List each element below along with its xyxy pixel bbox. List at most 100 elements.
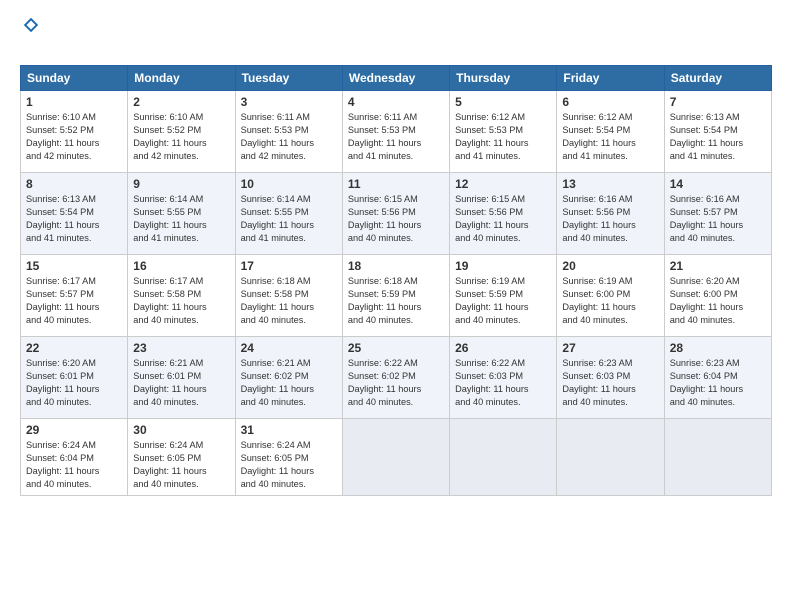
cell-info: Sunrise: 6:13 AMSunset: 5:54 PMDaylight:… [670, 111, 766, 163]
calendar-cell: 11 Sunrise: 6:15 AMSunset: 5:56 PMDayligh… [342, 173, 449, 255]
cell-info: Sunrise: 6:22 AMSunset: 6:02 PMDaylight:… [348, 357, 444, 409]
cell-info: Sunrise: 6:23 AMSunset: 6:03 PMDaylight:… [562, 357, 658, 409]
day-number: 3 [241, 95, 337, 109]
calendar-cell [557, 419, 664, 496]
day-number: 7 [670, 95, 766, 109]
cell-info: Sunrise: 6:18 AMSunset: 5:59 PMDaylight:… [348, 275, 444, 327]
day-number: 30 [133, 423, 229, 437]
calendar-cell: 24 Sunrise: 6:21 AMSunset: 6:02 PMDayligh… [235, 337, 342, 419]
calendar-cell: 26 Sunrise: 6:22 AMSunset: 6:03 PMDayligh… [450, 337, 557, 419]
day-number: 12 [455, 177, 551, 191]
calendar-cell: 29 Sunrise: 6:24 AMSunset: 6:04 PMDayligh… [21, 419, 128, 496]
calendar-cell: 5 Sunrise: 6:12 AMSunset: 5:53 PMDaylight… [450, 91, 557, 173]
day-number: 17 [241, 259, 337, 273]
col-header-saturday: Saturday [664, 66, 771, 91]
calendar-table: SundayMondayTuesdayWednesdayThursdayFrid… [20, 65, 772, 496]
calendar-cell: 15 Sunrise: 6:17 AMSunset: 5:57 PMDayligh… [21, 255, 128, 337]
cell-info: Sunrise: 6:15 AMSunset: 5:56 PMDaylight:… [455, 193, 551, 245]
cell-info: Sunrise: 6:13 AMSunset: 5:54 PMDaylight:… [26, 193, 122, 245]
calendar-cell: 16 Sunrise: 6:17 AMSunset: 5:58 PMDayligh… [128, 255, 235, 337]
calendar-cell: 30 Sunrise: 6:24 AMSunset: 6:05 PMDayligh… [128, 419, 235, 496]
cell-info: Sunrise: 6:18 AMSunset: 5:58 PMDaylight:… [241, 275, 337, 327]
logo [20, 16, 40, 55]
calendar-cell: 19 Sunrise: 6:19 AMSunset: 5:59 PMDayligh… [450, 255, 557, 337]
day-number: 2 [133, 95, 229, 109]
day-number: 27 [562, 341, 658, 355]
cell-info: Sunrise: 6:23 AMSunset: 6:04 PMDaylight:… [670, 357, 766, 409]
cell-info: Sunrise: 6:12 AMSunset: 5:54 PMDaylight:… [562, 111, 658, 163]
day-number: 11 [348, 177, 444, 191]
calendar-header-row: SundayMondayTuesdayWednesdayThursdayFrid… [21, 66, 772, 91]
day-number: 26 [455, 341, 551, 355]
day-number: 4 [348, 95, 444, 109]
cell-info: Sunrise: 6:21 AMSunset: 6:01 PMDaylight:… [133, 357, 229, 409]
col-header-sunday: Sunday [21, 66, 128, 91]
calendar-cell: 10Sunrise: 6:14 AMSunset: 5:55 PMDayligh… [235, 173, 342, 255]
calendar-cell: 31Sunrise: 6:24 AMSunset: 6:05 PMDayligh… [235, 419, 342, 496]
calendar-cell [664, 419, 771, 496]
calendar-cell: 23 Sunrise: 6:21 AMSunset: 6:01 PMDayligh… [128, 337, 235, 419]
cell-info: Sunrise: 6:19 AMSunset: 6:00 PMDaylight:… [562, 275, 658, 327]
calendar-cell: 4 Sunrise: 6:11 AMSunset: 5:53 PMDaylight… [342, 91, 449, 173]
calendar-cell: 1 Sunrise: 6:10 AMSunset: 5:52 PMDaylight… [21, 91, 128, 173]
cell-info: Sunrise: 6:22 AMSunset: 6:03 PMDaylight:… [455, 357, 551, 409]
cell-info: Sunrise: 6:12 AMSunset: 5:53 PMDaylight:… [455, 111, 551, 163]
calendar-cell: 18 Sunrise: 6:18 AMSunset: 5:59 PMDayligh… [342, 255, 449, 337]
calendar-cell: 6 Sunrise: 6:12 AMSunset: 5:54 PMDaylight… [557, 91, 664, 173]
day-number: 25 [348, 341, 444, 355]
cell-info: Sunrise: 6:14 AMSunset: 5:55 PMDaylight:… [133, 193, 229, 245]
cell-info: Sunrise: 6:21 AMSunset: 6:02 PMDaylight:… [241, 357, 337, 409]
calendar-cell [342, 419, 449, 496]
day-number: 15 [26, 259, 122, 273]
logo-icon [22, 16, 40, 34]
cell-info: Sunrise: 6:17 AMSunset: 5:57 PMDaylight:… [26, 275, 122, 327]
calendar-cell: 12 Sunrise: 6:15 AMSunset: 5:56 PMDayligh… [450, 173, 557, 255]
calendar-cell: 27 Sunrise: 6:23 AMSunset: 6:03 PMDayligh… [557, 337, 664, 419]
day-number: 16 [133, 259, 229, 273]
calendar-cell: 25 Sunrise: 6:22 AMSunset: 6:02 PMDayligh… [342, 337, 449, 419]
calendar-cell: 3 Sunrise: 6:11 AMSunset: 5:53 PMDaylight… [235, 91, 342, 173]
calendar-cell: 20 Sunrise: 6:19 AMSunset: 6:00 PMDayligh… [557, 255, 664, 337]
col-header-wednesday: Wednesday [342, 66, 449, 91]
cell-info: Sunrise: 6:20 AMSunset: 6:01 PMDaylight:… [26, 357, 122, 409]
calendar-cell: 8 Sunrise: 6:13 AMSunset: 5:54 PMDaylight… [21, 173, 128, 255]
day-number: 20 [562, 259, 658, 273]
cell-info: Sunrise: 6:16 AMSunset: 5:57 PMDaylight:… [670, 193, 766, 245]
calendar-cell: 21Sunrise: 6:20 AMSunset: 6:00 PMDayligh… [664, 255, 771, 337]
calendar-cell: 2 Sunrise: 6:10 AMSunset: 5:52 PMDaylight… [128, 91, 235, 173]
day-number: 19 [455, 259, 551, 273]
calendar-cell: 17 Sunrise: 6:18 AMSunset: 5:58 PMDayligh… [235, 255, 342, 337]
day-number: 1 [26, 95, 122, 109]
day-number: 6 [562, 95, 658, 109]
day-number: 13 [562, 177, 658, 191]
calendar-cell: 14 Sunrise: 6:16 AMSunset: 5:57 PMDayligh… [664, 173, 771, 255]
cell-info: Sunrise: 6:24 AMSunset: 6:05 PMDaylight:… [133, 439, 229, 491]
calendar-cell: 28 Sunrise: 6:23 AMSunset: 6:04 PMDayligh… [664, 337, 771, 419]
day-number: 5 [455, 95, 551, 109]
cell-info: Sunrise: 6:10 AMSunset: 5:52 PMDaylight:… [26, 111, 122, 163]
cell-info: Sunrise: 6:17 AMSunset: 5:58 PMDaylight:… [133, 275, 229, 327]
cell-info: Sunrise: 6:19 AMSunset: 5:59 PMDaylight:… [455, 275, 551, 327]
day-number: 14 [670, 177, 766, 191]
day-number: 10 [241, 177, 337, 191]
cell-info: Sunrise: 6:11 AMSunset: 5:53 PMDaylight:… [241, 111, 337, 163]
day-number: 28 [670, 341, 766, 355]
cell-info: Sunrise: 6:10 AMSunset: 5:52 PMDaylight:… [133, 111, 229, 163]
cell-info: Sunrise: 6:11 AMSunset: 5:53 PMDaylight:… [348, 111, 444, 163]
calendar-cell: 13Sunrise: 6:16 AMSunset: 5:56 PMDayligh… [557, 173, 664, 255]
calendar-cell [450, 419, 557, 496]
cell-info: Sunrise: 6:24 AMSunset: 6:04 PMDaylight:… [26, 439, 122, 491]
col-header-thursday: Thursday [450, 66, 557, 91]
day-number: 18 [348, 259, 444, 273]
day-number: 8 [26, 177, 122, 191]
calendar-cell: 9 Sunrise: 6:14 AMSunset: 5:55 PMDaylight… [128, 173, 235, 255]
day-number: 29 [26, 423, 122, 437]
cell-info: Sunrise: 6:15 AMSunset: 5:56 PMDaylight:… [348, 193, 444, 245]
day-number: 31 [241, 423, 337, 437]
day-number: 23 [133, 341, 229, 355]
day-number: 22 [26, 341, 122, 355]
day-number: 24 [241, 341, 337, 355]
calendar-page: SundayMondayTuesdayWednesdayThursdayFrid… [0, 0, 792, 612]
day-number: 9 [133, 177, 229, 191]
cell-info: Sunrise: 6:20 AMSunset: 6:00 PMDaylight:… [670, 275, 766, 327]
